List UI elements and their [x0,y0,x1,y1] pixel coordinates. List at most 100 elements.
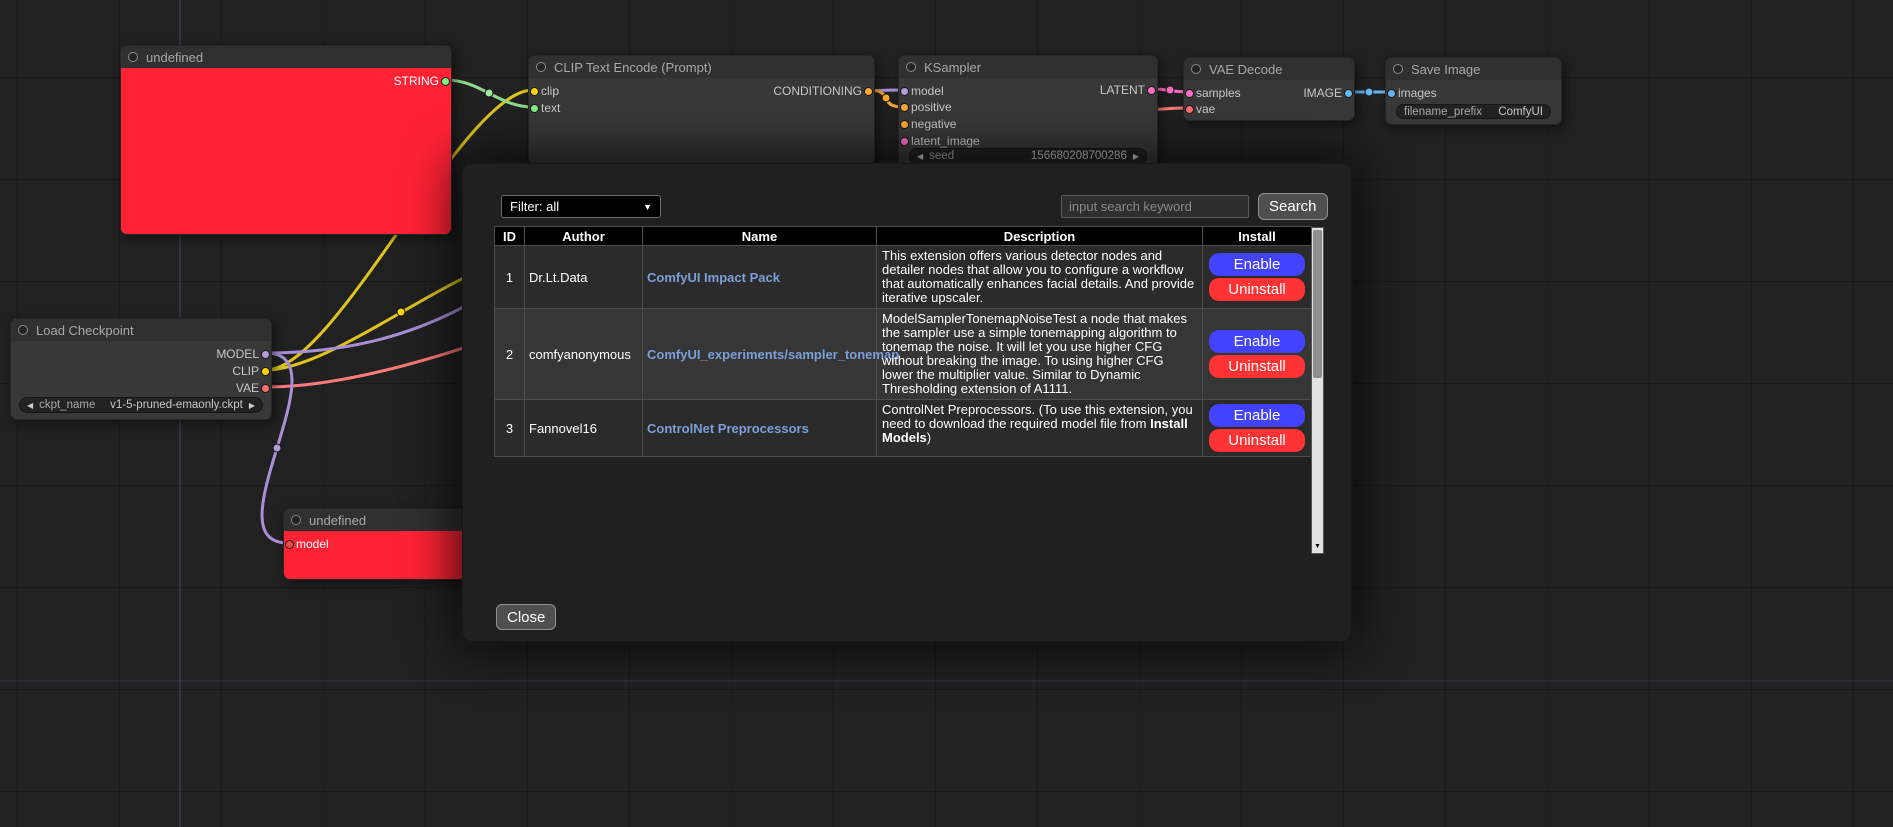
input-slot-label: negative [911,117,956,131]
node-title: Save Image [1411,62,1480,77]
cell-id: 1 [495,246,525,309]
enable-button[interactable]: Enable [1209,330,1305,353]
node-save-image[interactable]: Save Image images filename_prefix ComfyU… [1385,57,1562,125]
collapse-dot-icon[interactable] [1393,64,1403,74]
clip-slot-dot[interactable] [530,87,539,96]
node-header[interactable]: CLIP Text Encode (Prompt) [529,56,874,78]
col-header-description: Description [877,227,1203,246]
node-title: KSampler [924,60,981,75]
cell-author: comfyanonymous [525,309,643,400]
extension-table: ID Author Name Description Install 1 Dr.… [494,226,1312,457]
node-undefined-bottom[interactable]: undefined model [283,508,470,580]
table-row: 2 comfyanonymous ComfyUI_experiments/sam… [495,309,1312,400]
cell-install: Enable Uninstall [1203,400,1312,457]
extension-link[interactable]: ComfyUI Impact Pack [647,270,780,285]
node-header[interactable]: undefined [121,46,451,68]
extension-manager-dialog: Filter: all ▼ Search ID Author Name Desc… [462,163,1352,642]
collapse-dot-icon[interactable] [128,52,138,62]
positive-slot-dot[interactable] [900,103,909,112]
link-midpoint-dot[interactable] [1365,88,1373,96]
extension-link[interactable]: ControlNet Preprocessors [647,421,809,436]
output-slot-label: STRING [394,74,439,88]
widget-value: v1-5-pruned-emaonly.ckpt [110,399,243,411]
collapse-dot-icon[interactable] [536,62,546,72]
extension-link[interactable]: ComfyUI_experiments/sampler_tonemap [647,347,899,362]
node-header[interactable]: Save Image [1386,58,1561,80]
seed-widget[interactable]: ◀ seed 156680208700286 ▶ [909,148,1147,164]
cell-name: ComfyUI Impact Pack [643,246,877,309]
negative-slot-dot[interactable] [900,120,909,129]
samples-slot-dot[interactable] [1185,89,1194,98]
images-slot-dot[interactable] [1387,89,1396,98]
node-title: VAE Decode [1209,62,1282,77]
cell-name: ControlNet Preprocessors [643,400,877,457]
output-slot-label: CLIP [232,364,259,378]
collapse-dot-icon[interactable] [18,325,28,335]
uninstall-button[interactable]: Uninstall [1209,278,1305,301]
link-midpoint-dot[interactable] [485,89,493,97]
collapse-dot-icon[interactable] [1191,64,1201,74]
node-ksampler[interactable]: KSampler model positive negative latent_… [898,55,1158,167]
conditioning-slot-dot[interactable] [864,87,873,96]
link-midpoint-dot[interactable] [882,94,890,102]
link-midpoint-dot[interactable] [397,308,405,316]
input-slot-label: images [1398,86,1437,100]
scrollbar-thumb[interactable] [1313,230,1322,378]
search-input[interactable] [1061,195,1249,218]
output-slot-label: VAE [236,381,259,395]
cell-description: ControlNet Preprocessors. (To use this e… [877,400,1203,457]
link-midpoint-dot[interactable] [1166,86,1174,94]
filter-select[interactable]: Filter: all ▼ [501,195,661,218]
increment-arrow-icon[interactable]: ▶ [249,401,255,410]
latent-slot-dot[interactable] [1147,86,1156,95]
text-slot-dot[interactable] [530,104,539,113]
node-header[interactable]: VAE Decode [1184,58,1354,80]
node-undefined-top[interactable]: undefined STRING [120,45,452,235]
node-header[interactable]: KSampler [899,56,1157,78]
decrement-arrow-icon[interactable]: ◀ [27,401,33,410]
node-vae-decode[interactable]: VAE Decode samples vae IMAGE [1183,57,1355,121]
scrollbar[interactable]: ▼ [1311,227,1324,554]
ckpt-name-widget[interactable]: ◀ ckpt_name v1-5-pruned-emaonly.ckpt ▶ [19,397,263,413]
close-button[interactable]: Close [496,604,556,630]
table-row: 3 Fannovel16 ControlNet Preprocessors Co… [495,400,1312,457]
image-slot-dot[interactable] [1344,89,1353,98]
widget-label: ckpt_name [39,399,95,411]
vae-slot-dot[interactable] [261,384,270,393]
filename-prefix-widget[interactable]: filename_prefix ComfyUI [1396,104,1551,119]
model-slot-dot[interactable] [261,350,270,359]
search-button[interactable]: Search [1258,193,1328,220]
node-load-checkpoint[interactable]: Load Checkpoint MODEL CLIP VAE ◀ ckpt_na… [10,318,272,420]
collapse-dot-icon[interactable] [291,515,301,525]
node-header[interactable]: Load Checkpoint [11,319,271,341]
enable-button[interactable]: Enable [1209,404,1305,427]
node-clip-text-encode[interactable]: CLIP Text Encode (Prompt) clip text COND… [528,55,875,165]
widget-value: 156680208700286 [1031,150,1127,162]
vae-slot-dot[interactable] [1185,105,1194,114]
output-slot-label: MODEL [216,347,259,361]
output-slot-label: LATENT [1100,83,1145,97]
cell-description: ModelSamplerTonemapNoiseTest a node that… [877,309,1203,400]
collapse-dot-icon[interactable] [906,62,916,72]
clip-slot-dot[interactable] [261,367,270,376]
scrollbar-down-button[interactable]: ▼ [1312,540,1323,553]
node-title: undefined [146,50,203,65]
latent-image-slot-dot[interactable] [900,137,909,146]
model-slot-dot[interactable] [285,540,294,549]
uninstall-button[interactable]: Uninstall [1209,429,1305,452]
enable-button[interactable]: Enable [1209,253,1305,276]
uninstall-button[interactable]: Uninstall [1209,355,1305,378]
cell-install: Enable Uninstall [1203,309,1312,400]
output-slot-label: CONDITIONING [773,84,862,98]
node-header[interactable]: undefined [284,509,469,531]
output-slot-label: IMAGE [1303,86,1342,100]
decrement-arrow-icon[interactable]: ◀ [917,152,923,161]
extension-list: ID Author Name Description Install 1 Dr.… [494,226,1311,457]
model-slot-dot[interactable] [900,87,909,96]
link-midpoint-dot[interactable] [273,444,281,452]
grid-axis-horizontal [0,680,1893,682]
string-slot-dot[interactable] [441,77,450,86]
cell-id: 2 [495,309,525,400]
cell-author: Fannovel16 [525,400,643,457]
increment-arrow-icon[interactable]: ▶ [1133,152,1139,161]
